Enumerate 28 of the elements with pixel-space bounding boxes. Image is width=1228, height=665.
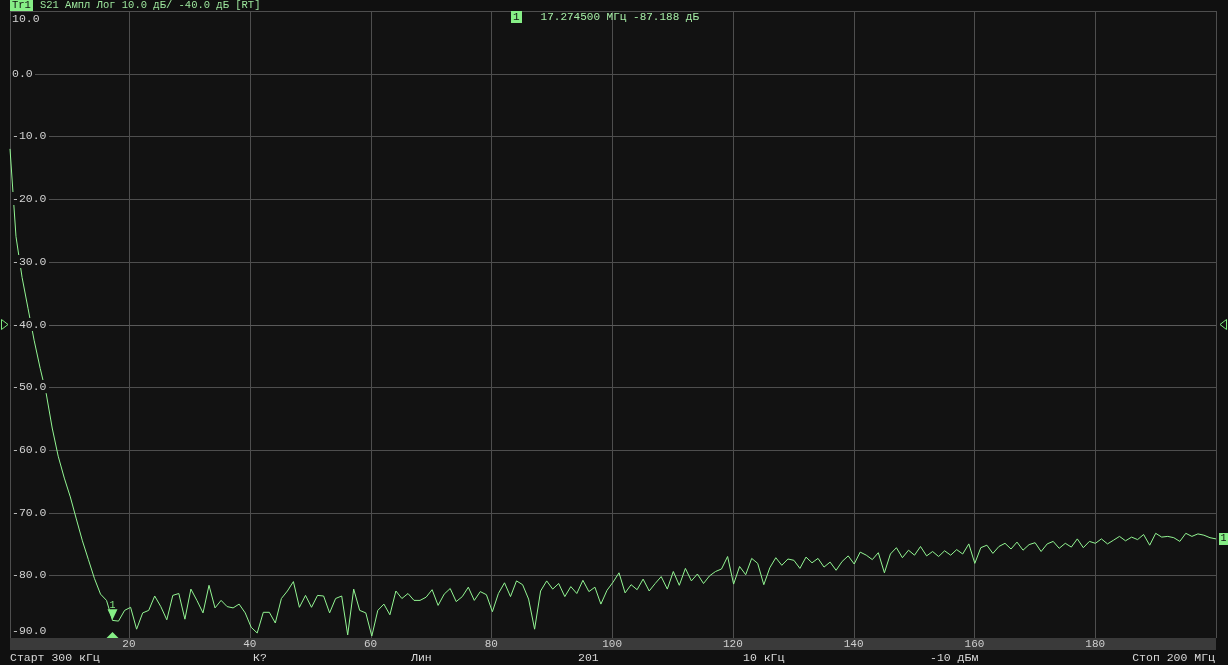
x-axis-label: 80 xyxy=(484,638,498,650)
x-axis-label: 100 xyxy=(602,638,622,650)
y-axis-label: -50.0 xyxy=(11,380,49,394)
annotation: 1 xyxy=(109,600,116,612)
trace-settings-label: S21 Ампл Лог 10.0 дБ/ -40.0 дБ [RT] xyxy=(39,0,261,11)
trace-badge: Tr1 xyxy=(10,0,33,11)
status-text: Старт 300 кГц xyxy=(10,650,101,665)
status-text: 201 xyxy=(578,650,600,665)
x-axis-label: 20 xyxy=(122,638,136,650)
marker-badge: 1 xyxy=(511,11,522,23)
trace-end-tag: 1 xyxy=(1219,532,1228,545)
y-axis-label: -90.0 xyxy=(11,624,49,637)
reference-level-icon xyxy=(1219,319,1227,330)
x-axis-label: 180 xyxy=(1085,638,1106,650)
status-text: 10 кГц xyxy=(743,650,786,665)
y-axis-label: 10.0 xyxy=(11,12,42,25)
status-text: Лин xyxy=(411,650,433,665)
status-text: К? xyxy=(253,650,268,665)
x-axis-label: 120 xyxy=(722,638,743,650)
x-axis-label: 40 xyxy=(243,638,257,650)
x-axis-label: 140 xyxy=(843,638,864,650)
status-text: -10 дБм xyxy=(930,650,980,665)
x-axis-label: 60 xyxy=(363,638,378,650)
reference-level-icon xyxy=(1,319,9,330)
y-axis-label: -20.0 xyxy=(11,192,49,206)
marker-readout: 17.274500 МГц -87.188 дБ xyxy=(540,11,700,23)
x-axis-label: 160 xyxy=(964,638,985,650)
status-text: Стоп 200 МГц xyxy=(1132,650,1215,665)
